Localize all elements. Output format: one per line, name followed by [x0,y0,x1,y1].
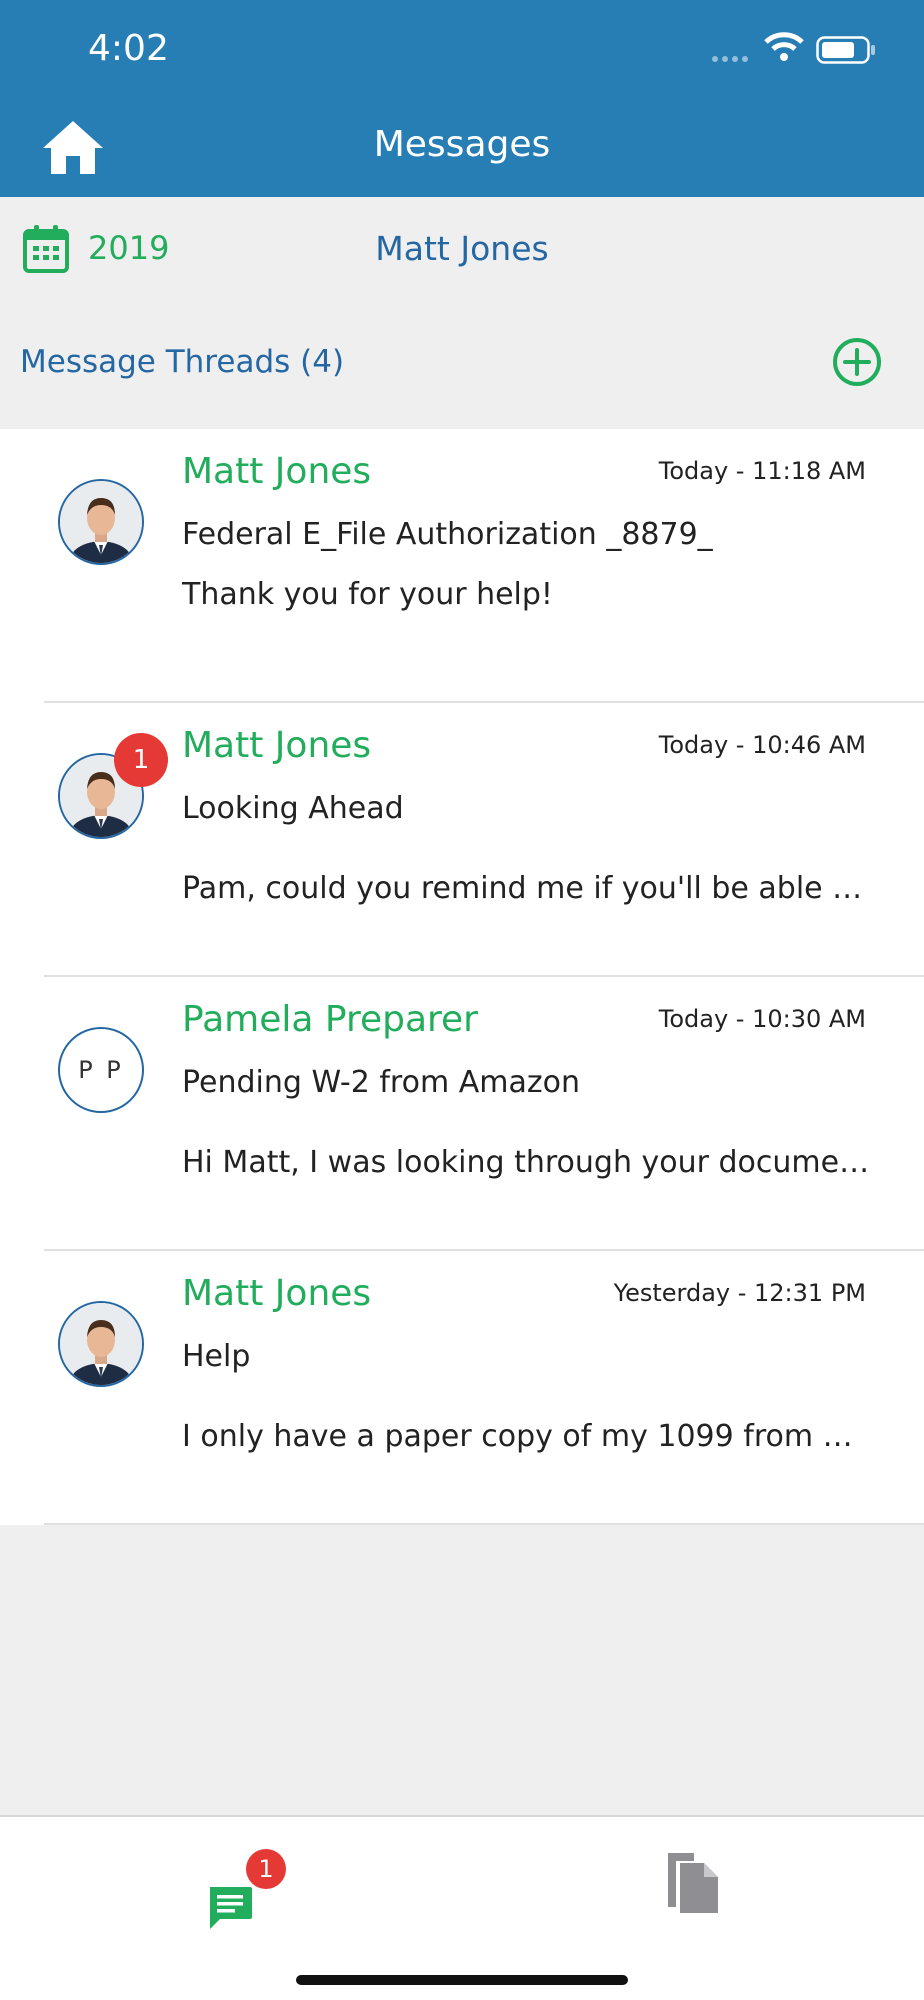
cellular-signal-icon [712,56,748,62]
tab-bar: 1 [0,1815,924,2000]
thread-row[interactable]: Matt Jones Today - 11:18 AM Federal E_Fi… [0,429,924,703]
thread-sender: Matt Jones [182,1273,372,1314]
wifi-icon [764,32,804,61]
app-header: 4:02 Messages [0,0,924,197]
tab-messages[interactable]: 1 [200,1849,290,1929]
person-photo-icon [60,1303,142,1385]
avatar [58,1301,144,1387]
chat-icon [210,1887,252,1929]
thread-preview: Thank you for your help! [182,577,553,612]
thread-preview: I only have a paper copy of my 1099 from… [182,1419,872,1454]
thread-preview: Pam, could you remind me if you'll be ab… [182,871,872,906]
unread-badge: 1 [114,733,168,787]
thread-preview: Hi Matt, I was looking through your docu… [182,1145,872,1180]
thread-list: Matt Jones Today - 11:18 AM Federal E_Fi… [0,429,924,1525]
thread-timestamp: Today - 10:30 AM [658,1005,866,1033]
thread-subject: Federal E_File Authorization _8879_ [182,517,713,552]
thread-subject: Pending W-2 from Amazon [182,1065,580,1100]
client-name: Matt Jones [375,229,549,268]
thread-sender: Matt Jones [182,451,372,492]
documents-icon[interactable] [664,1847,724,1917]
person-photo-icon [60,481,142,563]
page-title: Messages [373,124,551,165]
thread-subject: Looking Ahead [182,791,404,826]
thread-sender: Matt Jones [182,725,372,766]
status-time: 4:02 [88,28,169,69]
thread-subject: Help [182,1339,251,1374]
thread-row[interactable]: 1 Matt Jones Today - 10:46 AM Looking Ah… [0,703,924,977]
avatar-initials: P P [58,1027,144,1113]
thread-row[interactable]: Matt Jones Yesterday - 12:31 PM Help I o… [0,1251,924,1525]
home-indicator [296,1975,628,1985]
battery-icon [816,36,875,64]
avatar [58,479,144,565]
thread-sender: Pamela Preparer [182,999,478,1040]
thread-timestamp: Today - 11:18 AM [658,457,866,485]
info-bar: 2019 Matt Jones Message Threads (4) [0,197,924,429]
messages-badge: 1 [246,1849,286,1889]
thread-timestamp: Today - 10:46 AM [658,731,866,759]
divider [44,1523,924,1525]
add-thread-button[interactable] [832,337,882,387]
thread-row[interactable]: P P Pamela Preparer Today - 10:30 AM Pen… [0,977,924,1251]
thread-timestamp: Yesterday - 12:31 PM [613,1279,866,1307]
threads-heading: Message Threads (4) [20,344,345,380]
